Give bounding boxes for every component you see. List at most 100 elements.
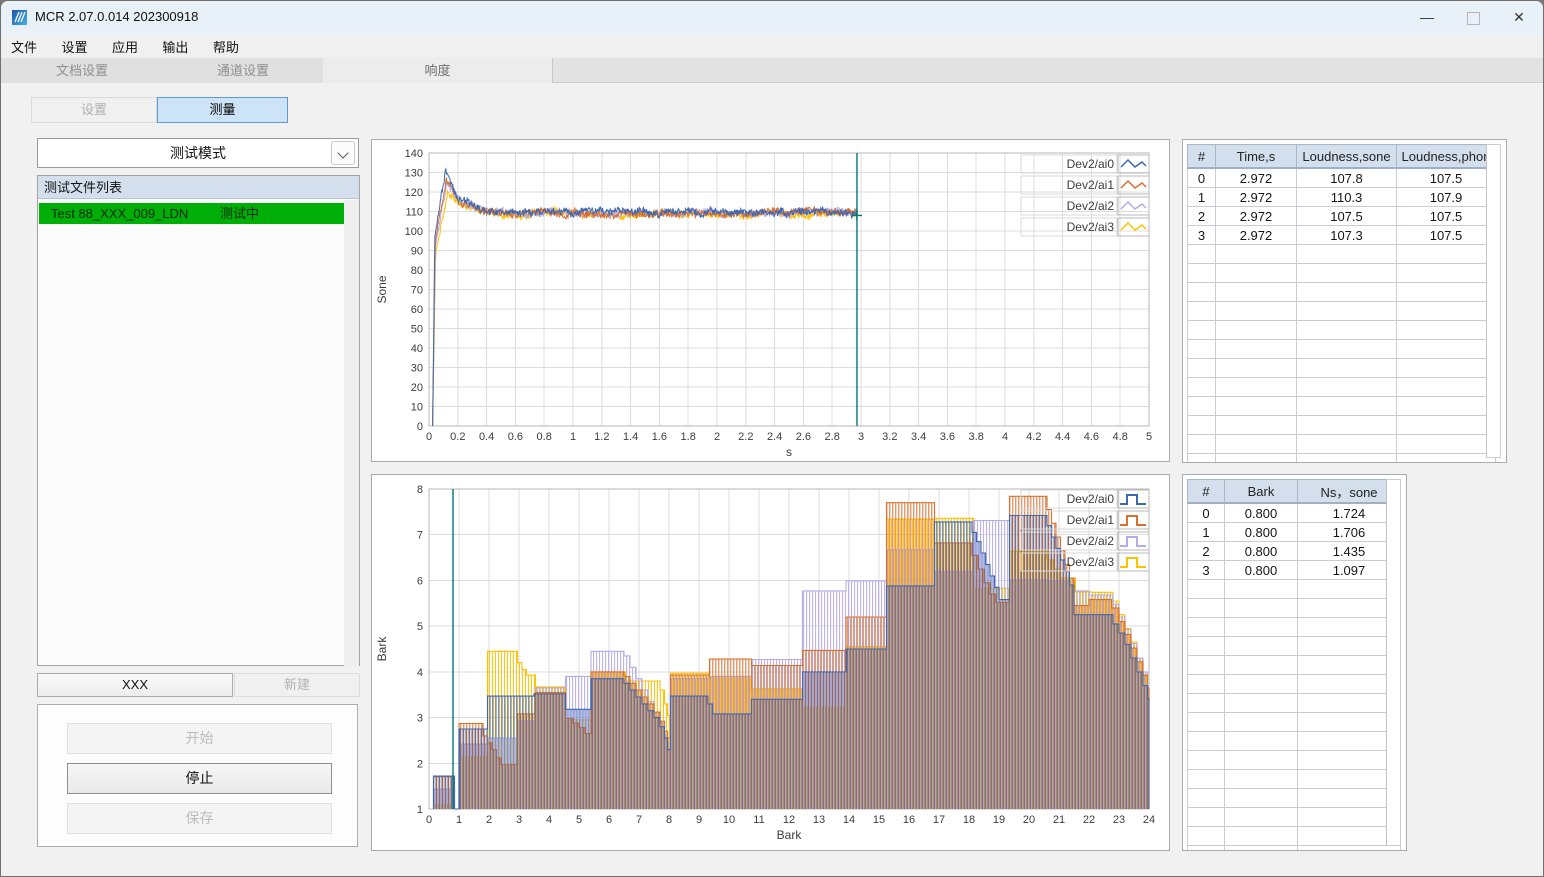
table-cell: 1 [1187, 187, 1216, 207]
table-cell [1187, 579, 1225, 599]
legend-label: Dev2/ai1 [1067, 513, 1115, 527]
table-row[interactable]: 1 2.972 110.3 107.9 [1187, 187, 1496, 207]
table-row [1187, 579, 1401, 599]
table-row[interactable]: 3 0.800 1.097 [1187, 560, 1401, 580]
table-cell [1396, 301, 1496, 321]
xxx-button[interactable]: XXX [37, 673, 233, 697]
table-cell: 0.800 [1224, 502, 1298, 523]
svg-text:19: 19 [993, 814, 1005, 826]
tab-document-settings[interactable]: 文档设置 [1, 58, 164, 83]
svg-text:70: 70 [411, 285, 423, 297]
table-cell: 107.5 [1396, 206, 1496, 226]
menu-file[interactable]: 文件 [1, 34, 47, 59]
svg-text:120: 120 [405, 187, 423, 199]
table-cell: 107.8 [1296, 167, 1397, 188]
app-window: MCR 2.07.0.014 202300918 — ✕ 文件 设置 应用 输出… [0, 0, 1544, 877]
table-cell: 107.5 [1296, 206, 1397, 226]
window-title: MCR 2.07.0.014 202300918 [35, 9, 199, 24]
table-row [1187, 807, 1401, 827]
table-row [1187, 358, 1496, 378]
close-button[interactable]: ✕ [1496, 1, 1542, 34]
table-row [1187, 434, 1496, 454]
table-cell [1296, 415, 1397, 435]
table-cell [1396, 358, 1496, 378]
svg-text:13: 13 [813, 814, 825, 826]
legend-label: Dev2/ai2 [1067, 534, 1115, 548]
test-mode-select[interactable]: 测试模式 [37, 138, 359, 168]
subtab-measure[interactable]: 测量 [157, 97, 288, 123]
table-cell [1215, 282, 1297, 302]
table-row[interactable]: 2 2.972 107.5 107.5 [1187, 206, 1496, 226]
legend-label: Dev2/ai0 [1067, 492, 1115, 506]
table-row[interactable]: 0 0.800 1.724 [1187, 502, 1401, 523]
table-row[interactable]: 0 2.972 107.8 107.5 [1187, 167, 1496, 188]
table-cell [1187, 396, 1216, 416]
table-cell [1187, 598, 1225, 618]
table-row [1187, 712, 1401, 732]
table-cell [1215, 301, 1297, 321]
menu-bar: 文件 设置 应用 输出 帮助 [1, 34, 1543, 59]
svg-text:2.8: 2.8 [825, 431, 840, 443]
table-row [1187, 655, 1401, 675]
svg-text:2: 2 [417, 758, 423, 770]
table-cell [1187, 282, 1216, 302]
svg-text:4: 4 [546, 814, 552, 826]
chevron-down-icon[interactable] [331, 141, 355, 165]
table-cell [1187, 377, 1216, 397]
table-cell [1215, 263, 1297, 283]
svg-text:2: 2 [486, 814, 492, 826]
legend-label: Dev2/ai3 [1067, 220, 1115, 234]
table-cell [1396, 453, 1496, 462]
table-cell: 0.800 [1224, 541, 1298, 561]
svg-text:1: 1 [417, 804, 423, 816]
table-cell [1224, 636, 1298, 656]
table-cell [1187, 788, 1225, 808]
table-cell [1224, 617, 1298, 637]
svg-text:16: 16 [903, 814, 915, 826]
table-row [1187, 674, 1401, 694]
loudness-table-scrollbar[interactable] [1486, 144, 1501, 458]
svg-text:23: 23 [1113, 814, 1125, 826]
table-cell: 107.5 [1396, 225, 1496, 245]
menu-apply[interactable]: 应用 [102, 34, 148, 59]
svg-text:3.8: 3.8 [969, 431, 984, 443]
table-cell [1296, 434, 1397, 454]
svg-text:8: 8 [666, 814, 672, 826]
maximize-button[interactable] [1450, 1, 1496, 34]
bark-table-scrollbar[interactable] [1386, 479, 1401, 846]
svg-text:3: 3 [417, 713, 423, 725]
tab-channel-settings[interactable]: 通道设置 [163, 58, 324, 83]
table-cell [1224, 598, 1298, 618]
table-cell [1215, 320, 1297, 340]
svg-text:3: 3 [858, 431, 864, 443]
menu-settings[interactable]: 设置 [51, 34, 97, 59]
stop-button[interactable]: 停止 [67, 763, 332, 794]
tab-loudness[interactable]: 响度 [323, 58, 553, 83]
table-row[interactable]: 1 0.800 1.706 [1187, 522, 1401, 542]
table-cell: 1 [1187, 522, 1225, 542]
svg-text:0: 0 [417, 421, 423, 433]
table-cell [1396, 320, 1496, 340]
table-cell [1396, 415, 1496, 435]
table-cell [1187, 712, 1225, 732]
minimize-button[interactable]: — [1404, 1, 1450, 34]
table-row [1187, 301, 1496, 321]
new-button: 新建 [234, 673, 360, 697]
table-row[interactable]: 2 0.800 1.435 [1187, 541, 1401, 561]
file-list-item[interactable]: Test 88_XXX_009_LDN 测试中 [39, 203, 344, 224]
file-list-scrollbar[interactable] [344, 200, 359, 666]
menu-help[interactable]: 帮助 [203, 34, 249, 59]
svg-text:15: 15 [873, 814, 885, 826]
svg-text:5: 5 [417, 621, 423, 633]
menu-output[interactable]: 输出 [152, 34, 198, 59]
table-row [1187, 598, 1401, 618]
svg-text:1: 1 [456, 814, 462, 826]
table-cell [1187, 244, 1216, 264]
table-cell [1215, 358, 1297, 378]
table-cell [1224, 674, 1298, 694]
table-row [1187, 415, 1496, 435]
table-row[interactable]: 3 2.972 107.3 107.5 [1187, 225, 1496, 245]
table-cell [1296, 358, 1397, 378]
subtab-settings[interactable]: 设置 [31, 97, 157, 123]
col-header: # [1187, 144, 1216, 169]
